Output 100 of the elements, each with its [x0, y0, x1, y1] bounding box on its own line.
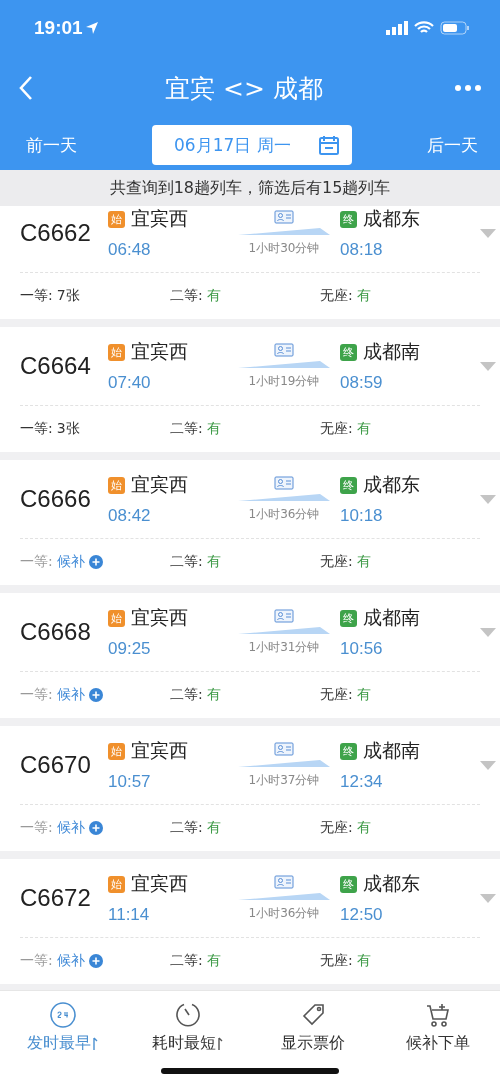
train-number: C6664: [20, 352, 92, 380]
id-card-icon: [274, 475, 294, 490]
caret-icon[interactable]: [480, 893, 496, 903]
id-card-icon: [274, 342, 294, 357]
arrival-time: 10:18: [340, 506, 384, 526]
seat-availability: 有: [356, 819, 371, 837]
page-title: 宜宾 <> 成都: [165, 72, 323, 105]
departure-station: 宜宾西: [131, 605, 188, 630]
arrival-station: 成都南: [363, 605, 420, 630]
start-badge: 始: [108, 476, 125, 494]
seat-class-label: 二等:: [170, 287, 203, 305]
train-number: C6662: [20, 219, 92, 247]
arrival-station: 成都南: [363, 339, 420, 364]
arrival-time: 08:18: [340, 240, 384, 260]
seat-availability: 有: [206, 819, 221, 837]
start-badge: 始: [108, 609, 125, 627]
caret-icon[interactable]: [480, 760, 496, 770]
caret-icon[interactable]: [480, 627, 496, 637]
caret-icon[interactable]: [480, 494, 496, 504]
arrival-time: 12:34: [340, 772, 384, 792]
location-arrow-icon: [84, 21, 99, 35]
train-card[interactable]: C6666 始 宜宾西 08:42 1小时36分钟 终 成都东 10:18 一等: 候补 二等: 有 无座: 有: [0, 460, 500, 585]
seat-availability[interactable]: 候补: [56, 686, 85, 704]
arrival-station: 成都东: [363, 871, 420, 896]
seat-availability[interactable]: 候补: [56, 952, 85, 970]
seat-class-label: 二等:: [170, 420, 203, 438]
plus-icon[interactable]: [88, 688, 103, 702]
train-number: C6672: [20, 884, 92, 912]
train-card[interactable]: C6668 始 宜宾西 09:25 1小时31分钟 终 成都南 10:56 一等: 候补 二等: 有 无座: 有: [0, 593, 500, 718]
travel-duration: 1小时36分钟: [248, 505, 320, 523]
seat-class-label: 无座:: [320, 287, 353, 305]
plus-icon[interactable]: [88, 821, 103, 835]
plus-icon[interactable]: [88, 555, 103, 569]
seat-class-label: 一等:: [20, 287, 53, 305]
train-card[interactable]: C6664 始 宜宾西 07:40 1小时19分钟 终 成都南 08:59 一等: 3张 二等: 有 无座: 有: [0, 327, 500, 452]
train-number: C6666: [20, 485, 92, 513]
seat-class-label: 无座:: [320, 819, 353, 837]
seat-class-label: 二等:: [170, 952, 203, 970]
arrival-time: 10:56: [340, 639, 384, 659]
id-card-icon: [274, 741, 294, 756]
id-card-icon: [274, 608, 294, 623]
sort-tab[interactable]: 发时最早: [0, 1001, 125, 1059]
seat-class-label: 无座:: [320, 553, 353, 571]
travel-duration: 1小时36分钟: [248, 904, 320, 922]
travel-duration: 1小时37分钟: [248, 771, 320, 789]
battery-icon: [440, 21, 470, 35]
departure-station: 宜宾西: [131, 206, 188, 231]
departure-station: 宜宾西: [131, 738, 188, 763]
id-card-icon: [274, 209, 294, 224]
plus-icon[interactable]: [88, 954, 103, 968]
train-card[interactable]: C6672 始 宜宾西 11:14 1小时36分钟 终 成都东 12:50 一等: 候补 二等: 有 无座: 有: [0, 859, 500, 984]
train-card[interactable]: C6662 始 宜宾西 06:48 1小时30分钟 终 成都东 08:18 一等: 7张 二等: 有 无座: 有: [0, 206, 500, 319]
train-card[interactable]: C6670 始 宜宾西 10:57 1小时37分钟 终 成都南 12:34 一等: 候补 二等: 有 无座: 有: [0, 726, 500, 851]
departure-station: 宜宾西: [131, 339, 188, 364]
clock-icon: [48, 1001, 77, 1029]
train-number: C6670: [20, 751, 92, 779]
seat-availability[interactable]: 候补: [56, 553, 85, 571]
start-badge: 始: [108, 210, 125, 228]
sort-tab[interactable]: 耗时最短: [125, 1001, 250, 1059]
departure-time: 10:57: [108, 772, 152, 792]
seat-class-label: 二等:: [170, 819, 203, 837]
end-badge: 终: [340, 476, 357, 494]
caret-icon[interactable]: [480, 361, 496, 371]
seat-availability: 7张: [56, 287, 80, 305]
back-icon[interactable]: [18, 75, 34, 101]
departure-time: 08:42: [108, 506, 152, 526]
seat-availability: 有: [206, 686, 221, 704]
seat-class-label: 无座:: [320, 686, 353, 704]
travel-duration: 1小时31分钟: [248, 638, 320, 656]
sort-tab[interactable]: 显示票价: [250, 1001, 375, 1059]
sort-icon: [93, 1036, 98, 1051]
sort-tab[interactable]: 候补下单: [375, 1001, 500, 1059]
sort-icon: [218, 1036, 223, 1051]
end-badge: 终: [340, 609, 357, 627]
end-badge: 终: [340, 875, 357, 893]
more-icon[interactable]: [454, 84, 482, 92]
arrival-time: 08:59: [340, 373, 384, 393]
start-badge: 始: [108, 742, 125, 760]
id-card-icon: [274, 874, 294, 889]
departure-time: 07:40: [108, 373, 152, 393]
seat-class-label: 二等:: [170, 686, 203, 704]
arrival-station: 成都南: [363, 738, 420, 763]
seat-availability: 有: [206, 553, 221, 571]
status-time: 19:01: [34, 17, 83, 39]
seat-availability: 有: [356, 553, 371, 571]
seat-availability: 有: [206, 952, 221, 970]
wifi-icon: [414, 21, 434, 35]
departure-time: 06:48: [108, 240, 152, 260]
travel-duration: 1小时30分钟: [248, 239, 320, 257]
arrival-time: 12:50: [340, 905, 384, 925]
train-number: C6668: [20, 618, 92, 646]
seat-class-label: 一等:: [20, 420, 53, 438]
seat-class-label: 无座:: [320, 420, 353, 438]
seat-availability: 有: [356, 420, 371, 438]
end-badge: 终: [340, 343, 357, 361]
seat-availability[interactable]: 候补: [56, 819, 85, 837]
travel-duration: 1小时19分钟: [248, 372, 320, 390]
seat-availability: 有: [206, 287, 221, 305]
seat-class-label: 无座:: [320, 952, 353, 970]
caret-icon[interactable]: [480, 228, 496, 238]
